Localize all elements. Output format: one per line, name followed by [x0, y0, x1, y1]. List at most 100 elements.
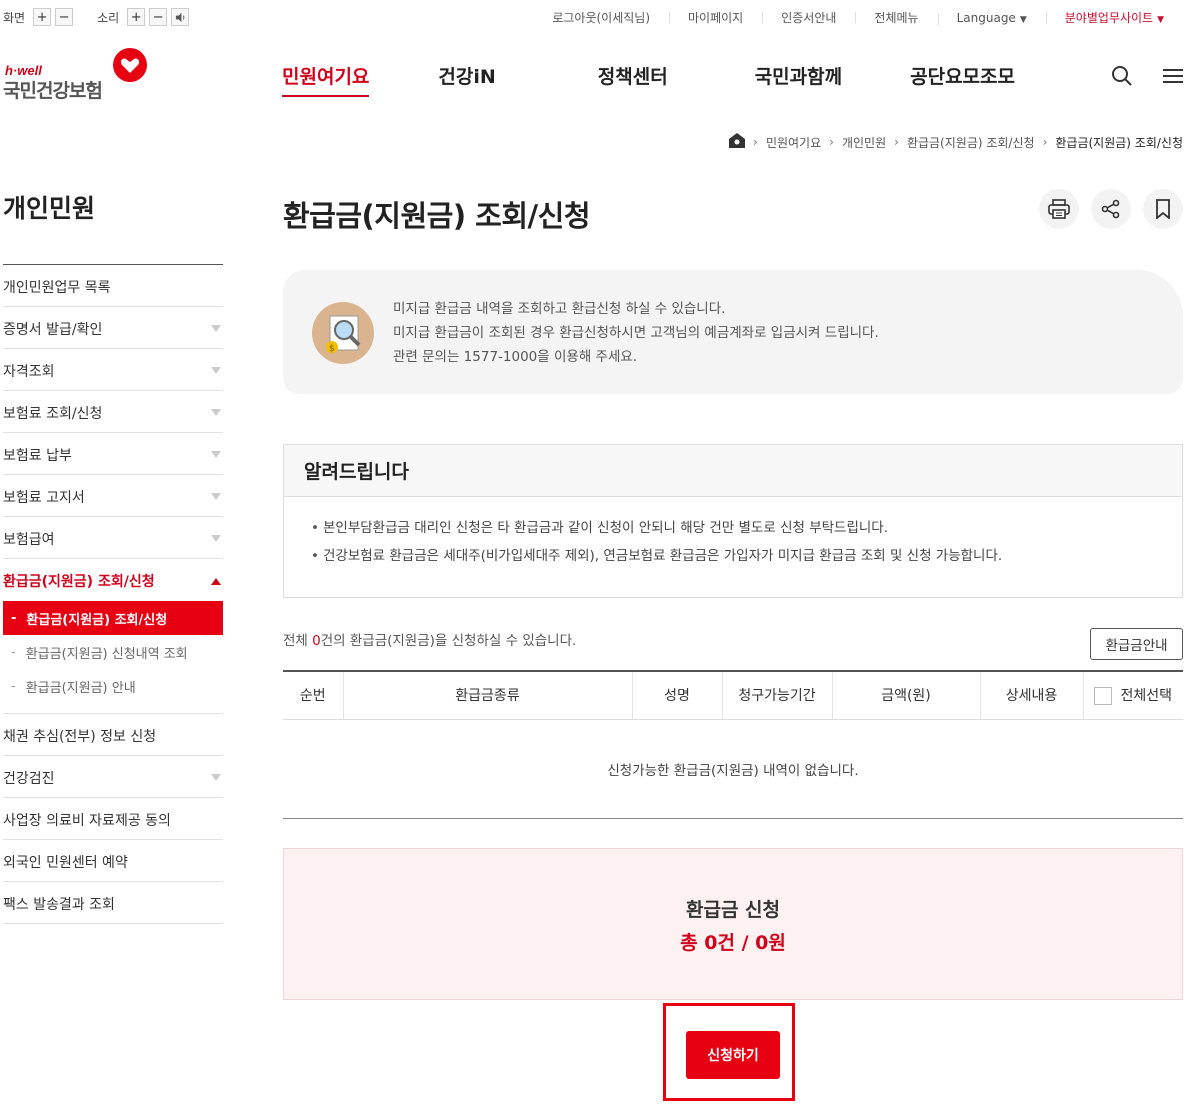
column-header: 청구가능기간	[721, 670, 832, 720]
share-button[interactable]	[1091, 189, 1131, 229]
sidebar-item[interactable]: 채권 추심(전부) 정보 신청	[3, 714, 223, 756]
sidebar-subitem[interactable]: - 환급금(지원금) 안내	[3, 669, 223, 703]
gnb-item-health-in[interactable]: 건강iN	[438, 62, 495, 97]
select-all-label[interactable]: 전체선택	[1120, 688, 1172, 704]
main-navigation: 민원여기요 건강iN 정책센터 국민과함께 공단요모조모	[282, 62, 1015, 97]
caret-down-icon: ▼	[1157, 15, 1164, 25]
sidebar-item-label: 사업장 의료비 자료제공 동의	[3, 812, 171, 829]
breadcrumb: › 민원여기요 › 개인민원 › 환급금(지원금) 조회/신청 › 환급금(지원…	[729, 133, 1183, 151]
search-icon[interactable]	[1110, 64, 1134, 88]
sidebar-item[interactable]: 사업장 의료비 자료제공 동의	[3, 798, 223, 840]
sidebar-item-refund[interactable]: 환급금(지원금) 조회/신청	[3, 559, 223, 601]
select-all-checkbox[interactable]	[1094, 687, 1113, 706]
apply-summary: 환급금 신청 총 0건 / 0원	[283, 848, 1183, 1000]
apply-button[interactable]: 신청하기	[686, 1031, 780, 1079]
gnb-icons	[1083, 64, 1185, 88]
sidebar-item[interactable]: 보험료 고지서	[3, 475, 223, 517]
intro-line: 미지급 환급금 내역을 조회하고 환급신청 하실 수 있습니다.	[393, 301, 726, 317]
zoom-out-button[interactable]: −	[55, 8, 74, 26]
sidebar-item[interactable]: 팩스 발송결과 조회	[3, 882, 223, 924]
breadcrumb-item[interactable]: 개인민원	[842, 134, 886, 151]
sidebar-item[interactable]: 보험급여	[3, 517, 223, 559]
notice-list: 본인부담환급금 대리인 신청은 타 환급금과 같이 신청이 안되니 해당 건만 …	[284, 497, 1182, 570]
bookmark-button[interactable]	[1143, 189, 1183, 229]
refund-guide-button[interactable]: 환급금안내	[1090, 628, 1183, 660]
sidebar-item-label: 보험료 고지서	[3, 489, 85, 506]
intro-line: 미지급 환급금이 조회된 경우 환급신청하시면 고객님의 예금계좌로 입금시켜 …	[393, 325, 879, 341]
mypage-link[interactable]: 마이페이지	[669, 9, 762, 26]
table-header-row: 순번 환급금종류 성명 청구가능기간 금액(원) 상세내용 전체선택	[283, 670, 1183, 720]
notice-box: 알려드립니다 본인부담환급금 대리인 신청은 타 환급금과 같이 신청이 안되니…	[283, 444, 1183, 598]
notice-item: 건강보험료 환급금은 세대주(비가입세대주 제외), 연금보험료 환급금은 가입…	[311, 542, 1182, 570]
print-button[interactable]	[1039, 189, 1079, 229]
count-prefix: 전체	[283, 633, 313, 649]
speaker-icon[interactable]	[171, 8, 190, 26]
sidebar-item-label: 외국인 민원센터 예약	[3, 854, 128, 871]
language-select[interactable]: Language ▼	[937, 10, 1046, 25]
column-header: 환급금종류	[342, 670, 632, 720]
notice-item: 본인부담환급금 대리인 신청은 타 환급금과 같이 신청이 안되니 해당 건만 …	[311, 514, 1182, 542]
breadcrumb-separator: ›	[829, 135, 834, 149]
chevron-down-icon	[211, 451, 221, 458]
intro-box: $ 미지급 환급금 내역을 조회하고 환급신청 하실 수 있습니다. 미지급 환…	[283, 270, 1183, 394]
share-icon	[1101, 199, 1120, 219]
accessibility-controls: 화면 + − 소리 + −	[3, 8, 213, 26]
gnb-item-about-nhis[interactable]: 공단요모조모	[910, 62, 1015, 97]
select-all-header: 전체선택	[1082, 670, 1183, 720]
sidebar-item-label: 보험급여	[3, 531, 55, 548]
notice-title: 알려드립니다	[284, 445, 1182, 497]
gnb-item-policy-center[interactable]: 정책센터	[598, 62, 668, 97]
summary-title: 환급금 신청	[685, 899, 780, 921]
sound-group: 소리 + −	[97, 8, 193, 26]
sidebar-item[interactable]: 증명서 발급/확인	[3, 307, 223, 349]
sidebar-item[interactable]: 외국인 민원센터 예약	[3, 840, 223, 882]
volume-up-button[interactable]: +	[127, 8, 146, 26]
sidebar-subitem-label: 환급금(지원금) 신청내역 조회	[25, 646, 188, 662]
zoom-in-button[interactable]: +	[33, 8, 52, 26]
column-header: 성명	[631, 670, 722, 720]
breadcrumb-current: 환급금(지원금) 조회/신청	[1055, 135, 1183, 150]
gnb-item-with-citizens[interactable]: 국민과함께	[755, 62, 842, 97]
sidebar-item[interactable]: 개인민원업무 목록	[3, 265, 223, 307]
dash-icon: -	[11, 610, 17, 626]
sidebar-subitem-label: 환급금(지원금) 조회/신청	[26, 612, 168, 628]
sidebar-submenu: - 환급금(지원금) 조회/신청 - 환급금(지원금) 신청내역 조회 - 환급금(지…	[3, 601, 223, 714]
printer-icon	[1048, 199, 1070, 219]
screen-zoom-label: 화면	[3, 10, 26, 25]
nhis-logo[interactable]: h·well 국민건강보험	[3, 48, 148, 102]
refund-table: 순번 환급금종류 성명 청구가능기간 금액(원) 상세내용 전체선택 신청가능한…	[283, 670, 1183, 819]
bookmark-icon	[1156, 199, 1170, 219]
language-label: Language	[956, 10, 1016, 25]
field-site-link[interactable]: 분야별업무사이트 ▼	[1045, 9, 1183, 26]
chevron-down-icon	[211, 325, 221, 332]
sidebar-item[interactable]: 자격조회	[3, 349, 223, 391]
home-icon[interactable]	[729, 133, 746, 151]
hamburger-menu-icon[interactable]	[1161, 64, 1185, 88]
certificate-guide-link[interactable]: 인증서안내	[762, 9, 855, 26]
sidebar-item-label: 팩스 발송결과 조회	[3, 896, 115, 913]
empty-message: 신청가능한 환급금(지원금) 내역이 없습니다.	[283, 719, 1183, 819]
sidebar-item[interactable]: 보험료 조회/신청	[3, 391, 223, 433]
column-header: 순번	[283, 670, 343, 720]
count-number: 0	[312, 633, 321, 649]
logout-link[interactable]: 로그아웃(이세직님)	[533, 9, 669, 26]
breadcrumb-item[interactable]: 민원여기요	[766, 134, 821, 151]
refund-search-icon: $	[312, 302, 374, 364]
breadcrumb-separator: ›	[753, 135, 758, 149]
volume-down-button[interactable]: −	[149, 8, 168, 26]
sidebar-item-label: 보험료 조회/신청	[3, 405, 103, 422]
dash-icon: -	[11, 678, 16, 694]
sidebar-item-label: 보험료 납부	[3, 447, 72, 464]
gnb-item-civil-service[interactable]: 민원여기요	[282, 62, 370, 97]
field-site-label: 분야별업무사이트	[1064, 11, 1154, 25]
all-menu-link[interactable]: 전체메뉴	[855, 9, 937, 26]
sidebar-item-label: 채권 추심(전부) 정보 신청	[3, 728, 157, 745]
breadcrumb-item[interactable]: 환급금(지원금) 조회/신청	[907, 134, 1035, 151]
sound-label: 소리	[97, 10, 120, 25]
utility-bar: 화면 + − 소리 + − 로그아웃(이세직님) 마이페이지 인증서안내 전체메…	[0, 0, 1199, 36]
sidebar-item[interactable]: 건강검진	[3, 756, 223, 798]
sidebar-subitem-active[interactable]: - 환급금(지원금) 조회/신청	[3, 601, 223, 635]
sidebar-subitem[interactable]: - 환급금(지원금) 신청내역 조회	[3, 635, 223, 669]
sidebar-item[interactable]: 보험료 납부	[3, 433, 223, 475]
sidebar-item-label: 증명서 발급/확인	[3, 321, 103, 338]
